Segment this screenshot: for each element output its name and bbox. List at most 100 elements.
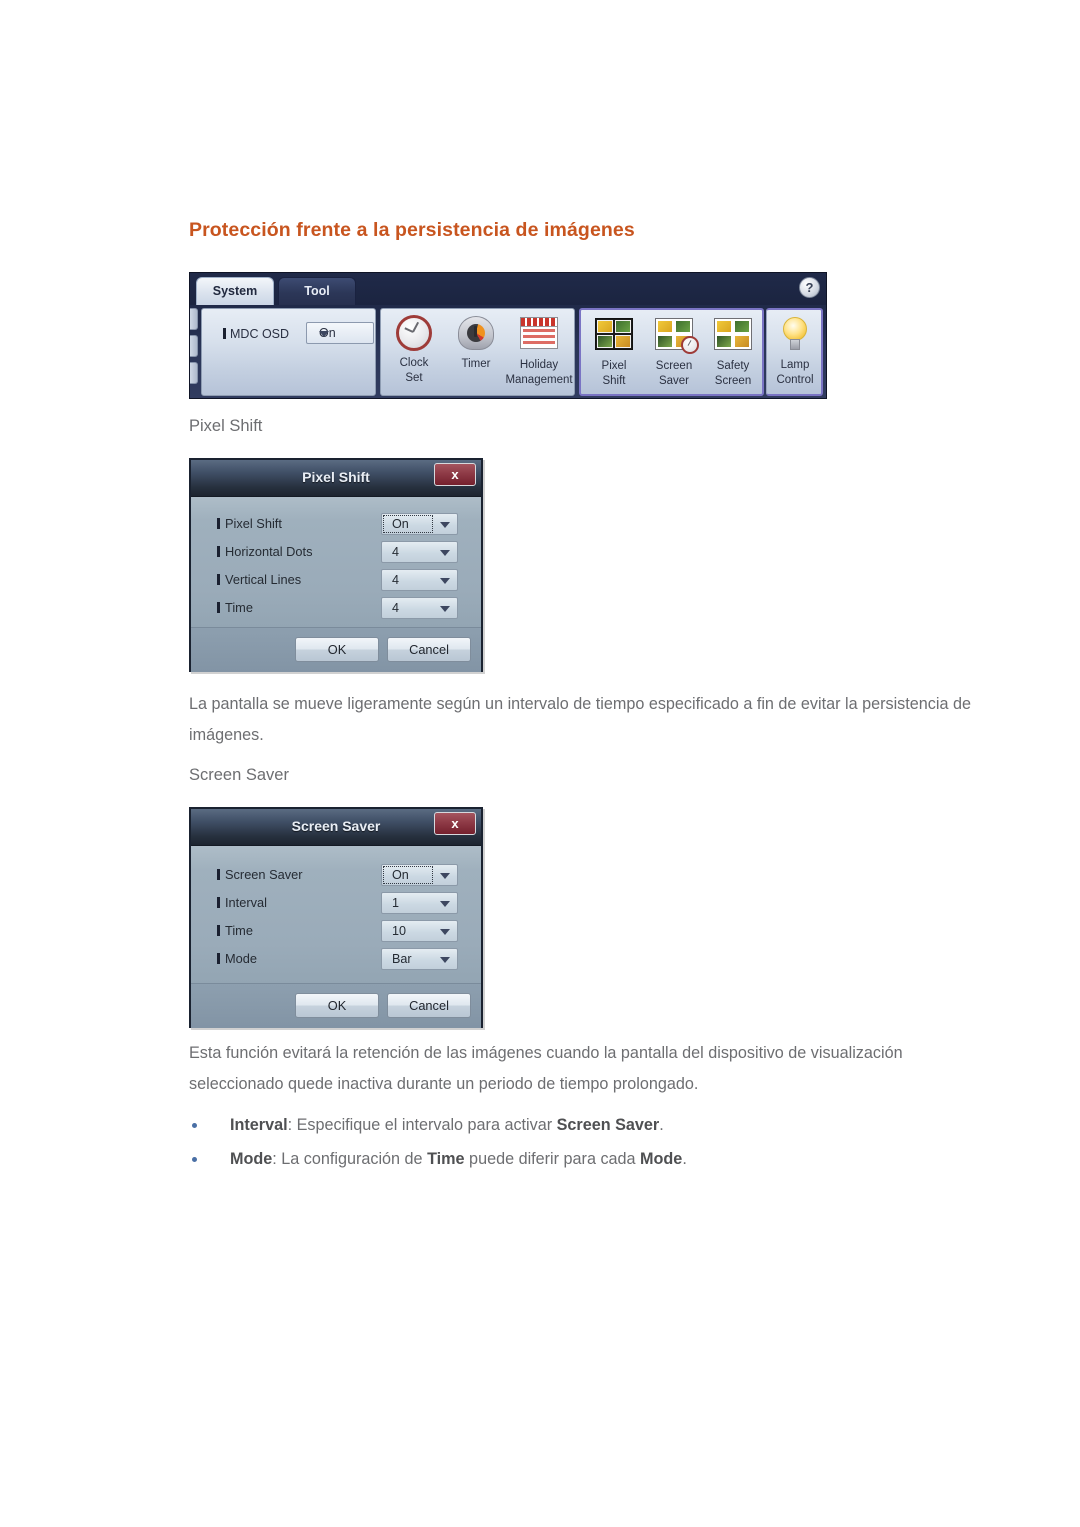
- page-title: Protección frente a la persistencia de i…: [189, 219, 635, 241]
- bullet-emphasis-2: Mode: [640, 1150, 683, 1168]
- side-tab-stubs: [190, 308, 199, 396]
- bullet-dot-icon: [192, 1157, 197, 1162]
- toolbar-button-screen-saver[interactable]: Screen Saver: [643, 314, 705, 398]
- chevron-down-icon: [440, 606, 450, 612]
- lamp-control-label-1: Lamp: [780, 359, 810, 371]
- osd-dropdown[interactable]: On: [306, 322, 374, 344]
- dropdown-time[interactable]: 4: [381, 597, 458, 619]
- document-page: Protección frente a la persistencia de i…: [0, 0, 1080, 1527]
- image-retention-panel: Pixel Shift Screen Saver Safety Screen: [579, 308, 764, 396]
- timer-icon: [456, 316, 496, 356]
- row-mode: Mode Bar: [191, 946, 481, 973]
- row-label: Mode: [217, 951, 257, 966]
- lamp-control-label-2: Control: [776, 374, 814, 386]
- row-time: Time 10: [191, 918, 481, 945]
- help-icon[interactable]: ?: [799, 277, 820, 298]
- calendar-icon: [519, 317, 559, 357]
- chevron-down-icon: [440, 578, 450, 584]
- toolbar-button-lamp-control[interactable]: Lamp Control: [764, 314, 826, 398]
- row-vertical-lines: Vertical Lines 4: [191, 567, 481, 594]
- bullet-text: : La configuración de: [272, 1150, 428, 1168]
- bullet-term: Mode: [230, 1150, 273, 1168]
- dialog-body: Screen Saver On Interval 1 Time 10 Mode …: [191, 846, 481, 983]
- dropdown-value: 1: [392, 896, 400, 910]
- clock-set-label-1: Clock: [399, 357, 429, 369]
- chevron-down-icon: [440, 522, 450, 528]
- chevron-down-icon: [440, 929, 450, 935]
- dropdown-horizontal-dots[interactable]: 4: [381, 541, 458, 563]
- row-label: Interval: [217, 895, 267, 910]
- pixel-shift-label-2: Shift: [602, 375, 626, 387]
- schedule-panel: Clock Set Timer Holiday Management: [380, 308, 575, 396]
- osd-panel: MDC OSD On: [201, 308, 376, 396]
- ok-button[interactable]: OK: [295, 993, 379, 1018]
- toolbar-button-safety-screen[interactable]: Safety Screen: [702, 314, 764, 398]
- dropdown-value: 4: [392, 573, 400, 587]
- safety-screen-label-1: Safety: [716, 360, 750, 372]
- row-time: Time 4: [191, 595, 481, 622]
- dropdown-value: 10: [392, 924, 407, 938]
- bullet-dot-icon: [192, 1123, 197, 1128]
- dropdown-value: On: [392, 868, 409, 882]
- photo-grid-icon: [594, 318, 634, 358]
- ok-button[interactable]: OK: [295, 637, 379, 662]
- bullet-term: Interval: [230, 1116, 288, 1134]
- mdc-toolbar-body: MDC OSD On Clock Set Timer Holiday Manag…: [190, 305, 826, 398]
- row-label: Pixel Shift: [217, 516, 282, 531]
- chevron-down-icon: [440, 901, 450, 907]
- row-label: Time: [217, 923, 253, 938]
- bullet-text: : Especifique el intervalo para activar: [287, 1116, 557, 1134]
- dropdown-screen-saver[interactable]: On: [381, 864, 458, 886]
- safety-screen-label-2: Screen: [714, 375, 752, 387]
- bullet-text-end: .: [682, 1150, 687, 1168]
- toolbar-button-clock-set[interactable]: Clock Set: [383, 313, 445, 397]
- dropdown-value: On: [392, 517, 409, 531]
- mdc-toolbar-screenshot: System Tool ? MDC OSD On Clock Set Timer…: [189, 272, 827, 399]
- paragraph-screen-saver: Esta función evitará la retención de las…: [189, 1044, 903, 1093]
- row-horizontal-dots: Horizontal Dots 4: [191, 539, 481, 566]
- row-label: Time: [217, 600, 253, 615]
- dialog-titlebar: Screen Saver x: [191, 809, 481, 846]
- row-screen-saver: Screen Saver On: [191, 862, 481, 889]
- close-icon[interactable]: x: [434, 812, 476, 835]
- section-heading-screen-saver: Screen Saver: [189, 766, 289, 784]
- dropdown-pixel-shift[interactable]: On: [381, 513, 458, 535]
- dialog-body: Pixel Shift On Horizontal Dots 4 Vertica…: [191, 497, 481, 627]
- toolbar-button-holiday-management[interactable]: Holiday Management: [505, 313, 573, 397]
- section-heading-pixel-shift: Pixel Shift: [189, 417, 263, 435]
- label-bullet-bar: [223, 328, 226, 339]
- pixel-shift-label-1: Pixel: [601, 360, 627, 372]
- chevron-down-icon: [440, 873, 450, 879]
- dropdown-mode[interactable]: Bar: [381, 948, 458, 970]
- bullet-emphasis: Time: [427, 1150, 465, 1168]
- tab-system[interactable]: System: [196, 277, 274, 305]
- cancel-button[interactable]: Cancel: [387, 993, 471, 1018]
- dropdown-vertical-lines[interactable]: 4: [381, 569, 458, 591]
- cancel-button[interactable]: Cancel: [387, 637, 471, 662]
- dropdown-time[interactable]: 10: [381, 920, 458, 942]
- close-icon[interactable]: x: [434, 463, 476, 486]
- dropdown-value: Bar: [392, 952, 412, 966]
- clock-icon: [394, 315, 434, 355]
- row-label: Screen Saver: [217, 867, 303, 882]
- row-pixel-shift: Pixel Shift On: [191, 511, 481, 538]
- tab-tool[interactable]: Tool: [278, 277, 356, 305]
- mdc-tab-strip: System Tool ?: [190, 273, 826, 305]
- dialog-footer: OK Cancel: [191, 627, 481, 672]
- screen-saver-label-2: Saver: [658, 375, 690, 387]
- photo-grid-icon: [713, 318, 753, 358]
- holiday-label-1: Holiday: [519, 359, 559, 371]
- dialog-titlebar: Pixel Shift x: [191, 460, 481, 497]
- list-item: Mode: La configuración de Time puede dif…: [189, 1142, 1001, 1176]
- bullet-text-end: .: [659, 1116, 664, 1134]
- toolbar-button-pixel-shift[interactable]: Pixel Shift: [583, 314, 645, 398]
- dropdown-interval[interactable]: 1: [381, 892, 458, 914]
- bullet-emphasis: Screen Saver: [556, 1116, 660, 1134]
- holiday-label-2: Management: [505, 374, 573, 386]
- toolbar-button-timer[interactable]: Timer: [445, 313, 507, 397]
- row-interval: Interval 1: [191, 890, 481, 917]
- screen-saver-dialog: Screen Saver x Screen Saver On Interval …: [189, 807, 483, 1028]
- photo-grid-clock-icon: [654, 318, 699, 358]
- row-label: Horizontal Dots: [217, 544, 312, 559]
- bullet-text-mid: puede diferir para cada: [464, 1150, 641, 1168]
